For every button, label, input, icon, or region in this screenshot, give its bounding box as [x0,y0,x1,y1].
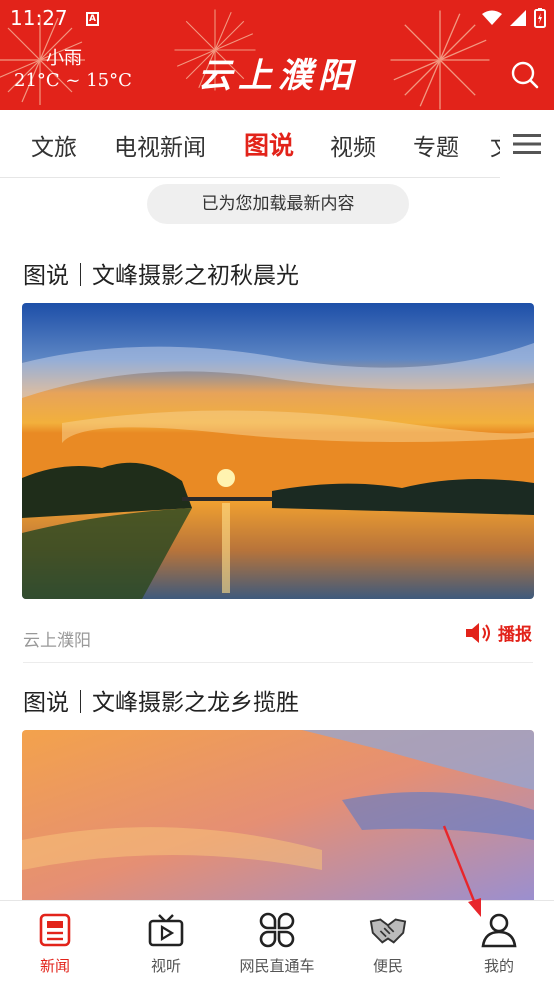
user-icon [480,911,518,949]
news-icon [36,911,74,949]
nav-services[interactable]: 便民 [333,901,443,984]
tab-partial[interactable]: 文 [490,128,500,158]
firework-decoration-icon [390,10,490,110]
app-header: 11:27 A 小雨 21°C ~ 15°C 云上濮阳 [0,0,554,110]
sunrise-lake-photo [22,303,534,599]
hamburger-menu-icon [513,134,541,154]
tts-play-button[interactable]: 播报 [466,620,532,645]
sunset-sky-photo [22,730,534,902]
weather-temperature: 21°C ~ 15°C [14,70,132,91]
nav-label: 便民 [372,957,403,975]
article-title[interactable]: 图说｜文峰摄影之龙乡揽胜 [23,683,299,717]
nav-netizen[interactable]: 网民直通车 [222,901,332,984]
bottom-navigation: 新闻 视听 网民直通车 便民 我的 [0,900,554,984]
article-divider [23,662,533,663]
app-logo: 云上濮阳 [198,56,358,96]
article-source: 云上濮阳 [23,631,91,651]
speaker-icon [466,622,490,643]
wifi-icon [482,10,502,25]
clover-icon [258,911,296,949]
nav-label: 我的 [483,957,514,975]
notification-badge-icon: A [86,12,99,26]
tts-play-label: 播报 [498,625,532,645]
search-icon [511,61,539,89]
nav-label: 网民直通车 [239,957,315,975]
tab-menu-button[interactable] [500,110,554,178]
status-icons [482,8,546,28]
signal-icon [510,10,526,26]
tab-wenlv[interactable]: 文旅 [31,128,77,162]
nav-news[interactable]: 新闻 [0,901,110,984]
nav-label: 视听 [150,957,181,975]
article-image[interactable] [22,730,534,902]
nav-label: 新闻 [39,957,70,975]
nav-mine[interactable]: 我的 [444,901,554,984]
tab-tushuo[interactable]: 图说 [244,126,294,162]
battery-icon [534,8,546,28]
tab-topics[interactable]: 专题 [413,128,459,162]
status-time: 11:27 [10,6,68,30]
tab-tv-news[interactable]: 电视新闻 [114,128,206,162]
weather-description: 小雨 [46,48,82,69]
tv-icon [147,911,185,949]
tab-video[interactable]: 视频 [330,128,376,162]
article-title[interactable]: 图说｜文峰摄影之初秋晨光 [23,256,299,290]
refresh-toast: 已为您加载最新内容 [147,184,409,224]
article-image[interactable] [22,303,534,599]
search-button[interactable] [510,60,540,90]
nav-media[interactable]: 视听 [111,901,221,984]
category-tabs: 文旅 电视新闻 图说 视频 专题 文 [0,110,554,178]
handshake-icon [369,911,407,949]
